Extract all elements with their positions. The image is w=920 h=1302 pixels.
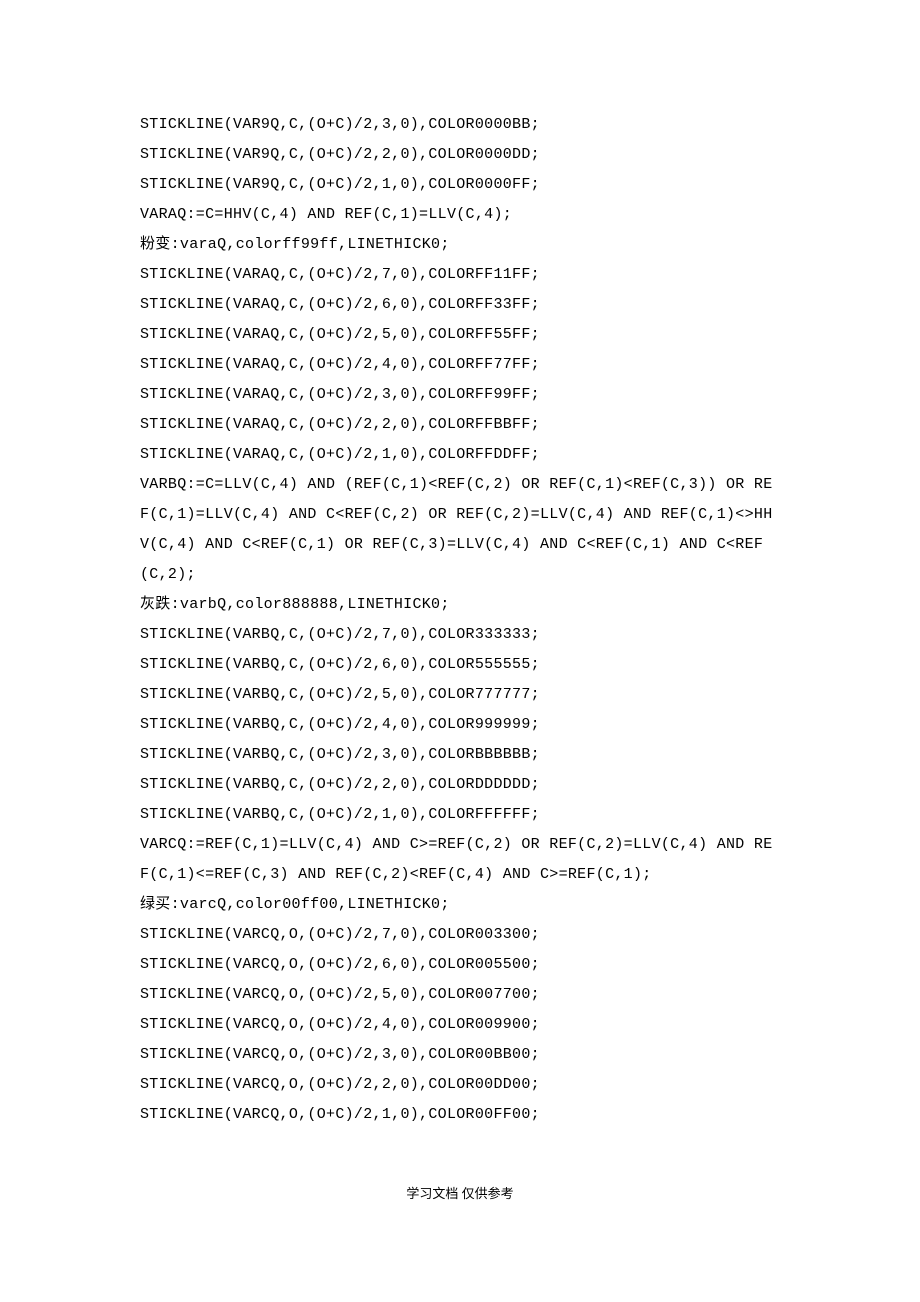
code-line: STICKLINE(VARCQ,O,(O+C)/2,7,0),COLOR0033… [140,920,780,950]
code-line: VARAQ:=C=HHV(C,4) AND REF(C,1)=LLV(C,4); [140,200,780,230]
code-line: STICKLINE(VARCQ,O,(O+C)/2,6,0),COLOR0055… [140,950,780,980]
code-line: VARCQ:=REF(C,1)=LLV(C,4) AND C>=REF(C,2)… [140,830,780,890]
page-footer: 学习文档 仅供参考 [0,1183,920,1202]
code-line: STICKLINE(VAR9Q,C,(O+C)/2,1,0),COLOR0000… [140,170,780,200]
code-line: VARBQ:=C=LLV(C,4) AND (REF(C,1)<REF(C,2)… [140,470,780,590]
code-line: STICKLINE(VARBQ,C,(O+C)/2,1,0),COLORFFFF… [140,800,780,830]
code-line: STICKLINE(VARBQ,C,(O+C)/2,6,0),COLOR5555… [140,650,780,680]
code-line: STICKLINE(VARCQ,O,(O+C)/2,5,0),COLOR0077… [140,980,780,1010]
code-line: STICKLINE(VARAQ,C,(O+C)/2,6,0),COLORFF33… [140,290,780,320]
code-line: STICKLINE(VARAQ,C,(O+C)/2,3,0),COLORFF99… [140,380,780,410]
code-line: 绿买:varcQ,color00ff00,LINETHICK0; [140,890,780,920]
code-line: STICKLINE(VAR9Q,C,(O+C)/2,2,0),COLOR0000… [140,140,780,170]
code-block: STICKLINE(VAR9Q,C,(O+C)/2,3,0),COLOR0000… [140,110,780,1130]
code-line: STICKLINE(VARCQ,O,(O+C)/2,1,0),COLOR00FF… [140,1100,780,1130]
code-line: STICKLINE(VARBQ,C,(O+C)/2,3,0),COLORBBBB… [140,740,780,770]
code-line: STICKLINE(VARBQ,C,(O+C)/2,4,0),COLOR9999… [140,710,780,740]
code-line: STICKLINE(VARBQ,C,(O+C)/2,7,0),COLOR3333… [140,620,780,650]
code-line: 粉变:varaQ,colorff99ff,LINETHICK0; [140,230,780,260]
code-line: STICKLINE(VARCQ,O,(O+C)/2,4,0),COLOR0099… [140,1010,780,1040]
code-line: STICKLINE(VARCQ,O,(O+C)/2,2,0),COLOR00DD… [140,1070,780,1100]
code-line: STICKLINE(VARAQ,C,(O+C)/2,4,0),COLORFF77… [140,350,780,380]
code-line: STICKLINE(VARAQ,C,(O+C)/2,5,0),COLORFF55… [140,320,780,350]
code-line: STICKLINE(VAR9Q,C,(O+C)/2,3,0),COLOR0000… [140,110,780,140]
code-line: STICKLINE(VARAQ,C,(O+C)/2,2,0),COLORFFBB… [140,410,780,440]
document-page: STICKLINE(VAR9Q,C,(O+C)/2,3,0),COLOR0000… [0,0,920,1170]
code-line: STICKLINE(VARCQ,O,(O+C)/2,3,0),COLOR00BB… [140,1040,780,1070]
code-line: STICKLINE(VARBQ,C,(O+C)/2,2,0),COLORDDDD… [140,770,780,800]
code-line: STICKLINE(VARBQ,C,(O+C)/2,5,0),COLOR7777… [140,680,780,710]
code-line: STICKLINE(VARAQ,C,(O+C)/2,7,0),COLORFF11… [140,260,780,290]
code-line: STICKLINE(VARAQ,C,(O+C)/2,1,0),COLORFFDD… [140,440,780,470]
code-line: 灰跌:varbQ,color888888,LINETHICK0; [140,590,780,620]
